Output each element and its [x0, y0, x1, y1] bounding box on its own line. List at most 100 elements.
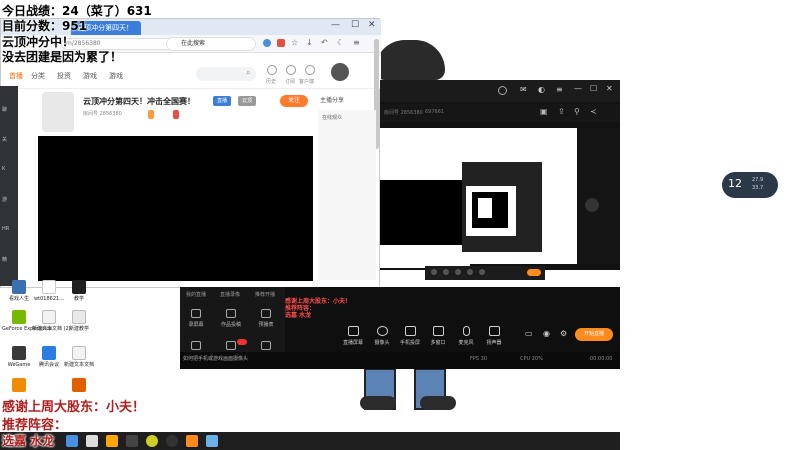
left-strip-item[interactable]: K — [2, 166, 5, 172]
streamer-avatar[interactable] — [42, 92, 74, 132]
upload-button[interactable]: 作品投稿 — [219, 309, 243, 328]
moon-icon[interactable]: ☾ — [337, 38, 344, 47]
follow-button[interactable]: 关注 — [280, 95, 308, 107]
maximize-icon[interactable]: ☐ — [351, 20, 359, 30]
star-icon[interactable]: ☆ — [291, 38, 298, 47]
close-icon[interactable]: ✕ — [606, 84, 613, 93]
left-strip-item[interactable]: 聊 — [2, 106, 7, 113]
client-label: 客户端 — [299, 79, 315, 85]
widget-line-2: 33.7 — [752, 185, 764, 191]
desktop-icon[interactable]: 新建教学 — [62, 310, 96, 332]
record-screen-button[interactable]: 录屏幕 — [184, 309, 208, 328]
download-icon[interactable]: ↓ — [306, 38, 313, 47]
schedule-button[interactable]: 预播表 — [254, 309, 278, 328]
share-link[interactable]: 主播分享 — [320, 95, 344, 104]
taskbar — [0, 432, 620, 450]
overlay-score: 目前分数：951 — [2, 19, 88, 33]
user-avatar[interactable] — [331, 63, 349, 81]
nested-overlay-3: 选嘉 水龙 — [285, 312, 312, 319]
minimize-icon[interactable]: — — [574, 84, 582, 93]
desktop-icon[interactable]: 教学 — [62, 280, 96, 302]
left-strip-item[interactable]: 精 — [2, 256, 7, 263]
undo-icon[interactable]: ↶ — [321, 38, 328, 47]
upload-label: 作品投稿 — [220, 322, 241, 328]
start-live-button[interactable]: 开始直播 — [575, 328, 613, 341]
left-strip-item[interactable]: HR — [2, 226, 9, 232]
clock-icon[interactable] — [267, 65, 277, 75]
nav-item-games[interactable]: 游戏 — [83, 71, 97, 81]
character-shoe-left — [360, 396, 396, 410]
schedule-label: 预播表 — [258, 322, 274, 328]
desktop-right-area — [620, 0, 800, 450]
heart-icon[interactable] — [286, 65, 296, 75]
stream-tag: 直播 — [213, 96, 232, 106]
panel-tab[interactable]: 推荐开播 — [255, 291, 275, 298]
panel-tab[interactable]: 直播录像 — [220, 291, 240, 298]
timer-status: 00:00:00 — [590, 356, 613, 362]
huya-icon[interactable] — [206, 435, 218, 447]
left-strip-item[interactable]: 游 — [2, 196, 7, 203]
gift-icon[interactable]: ▣ — [540, 107, 548, 116]
chrome-icon[interactable] — [146, 435, 158, 447]
tip-text[interactable]: 如何把手机或游戏画面摄像头 — [183, 355, 248, 362]
desktop-icon[interactable] — [62, 378, 96, 394]
avatar-icon[interactable] — [498, 86, 507, 95]
panel-tab[interactable]: 我的直播 — [186, 291, 206, 298]
app-info-bar: 房间号 2856380 697661 ▣ ⇪ ⚲ ≺ — [380, 104, 620, 122]
share-icon[interactable]: ⇪ — [558, 107, 565, 116]
file-icon[interactable] — [86, 435, 98, 447]
search-icon[interactable]: ⌕ — [246, 68, 250, 78]
share-2-icon[interactable]: ≺ — [590, 107, 597, 116]
desktop-icon[interactable]: wt018621... — [32, 280, 66, 302]
record-icon[interactable]: ▭ — [525, 329, 533, 338]
desktop-icon[interactable]: 新建文本文档 (2) — [32, 310, 71, 332]
settings-icon[interactable]: ⚙ — [560, 329, 567, 338]
gift-icon[interactable] — [305, 65, 315, 75]
nav-item-home[interactable]: 首播 — [9, 71, 23, 81]
streamer-header: 云顶冲分第四天！冲击全国赛！ 直播 云顶 关注 房间号 2856380 — [38, 90, 313, 136]
nav-item-games-2[interactable]: 游戏 — [109, 71, 123, 81]
nav-item-category[interactable]: 分类 — [31, 71, 45, 81]
desktop-icon[interactable]: WeGame — [2, 346, 36, 368]
extension-icon[interactable] — [263, 39, 271, 47]
extension-icon-2[interactable] — [277, 39, 285, 47]
maximize-icon[interactable]: ☐ — [590, 84, 597, 93]
screen-share-icon — [347, 326, 359, 336]
close-icon[interactable]: ✕ — [368, 20, 376, 30]
app-g-icon[interactable] — [106, 435, 118, 447]
stream-tag: 云顶 — [238, 96, 257, 106]
download-button[interactable] — [254, 341, 278, 350]
screen-share-button[interactable]: 直播屏幕 — [337, 326, 369, 346]
menu-icon[interactable]: ≡ — [556, 85, 563, 94]
obs-icon[interactable] — [166, 435, 178, 447]
minimize-icon[interactable]: — — [331, 20, 340, 30]
skin-icon[interactable]: ◐ — [538, 85, 545, 94]
widget-line-1: 27.9 — [752, 177, 764, 183]
message-icon[interactable]: ✉ — [520, 85, 527, 94]
system-widget[interactable]: 12 27.9 33.7 — [722, 172, 778, 198]
app-orange-icon[interactable] — [186, 435, 198, 447]
desktop-icon[interactable]: GeForce Experience — [2, 310, 52, 332]
desktop-icon[interactable]: 腾讯会议 — [32, 346, 66, 368]
desktop-icon[interactable]: 看戏人生 — [2, 280, 36, 302]
browser-search-input[interactable]: 在此搜索 — [166, 37, 256, 51]
eye-icon[interactable]: ◉ — [543, 329, 550, 338]
search-icon[interactable] — [66, 435, 78, 447]
link-icon[interactable]: ⚲ — [574, 107, 580, 116]
nav-item-invest[interactable]: 投资 — [57, 71, 71, 81]
settings-icon[interactable] — [585, 198, 599, 212]
video-player[interactable] — [38, 136, 313, 281]
control-label: 直播屏幕 — [342, 340, 363, 346]
subscribe-label: 订阅 — [285, 79, 296, 85]
desktop-icon[interactable] — [2, 378, 36, 394]
scene-button[interactable] — [184, 341, 208, 350]
left-strip-item[interactable]: 关 — [2, 136, 7, 143]
app-c-icon[interactable] — [126, 435, 138, 447]
audience-panel: 在线观众 — [318, 110, 376, 280]
menu-icon[interactable]: ≡ — [353, 38, 360, 47]
speaker-icon — [488, 326, 500, 336]
new-badge — [237, 339, 247, 345]
left-sidebar-strip: 聊 关 K 游 HR 精 — [0, 86, 18, 286]
desktop-icon[interactable]: 新建文本文档 — [62, 346, 96, 368]
speaker-button[interactable]: 扬声器 — [478, 326, 510, 346]
